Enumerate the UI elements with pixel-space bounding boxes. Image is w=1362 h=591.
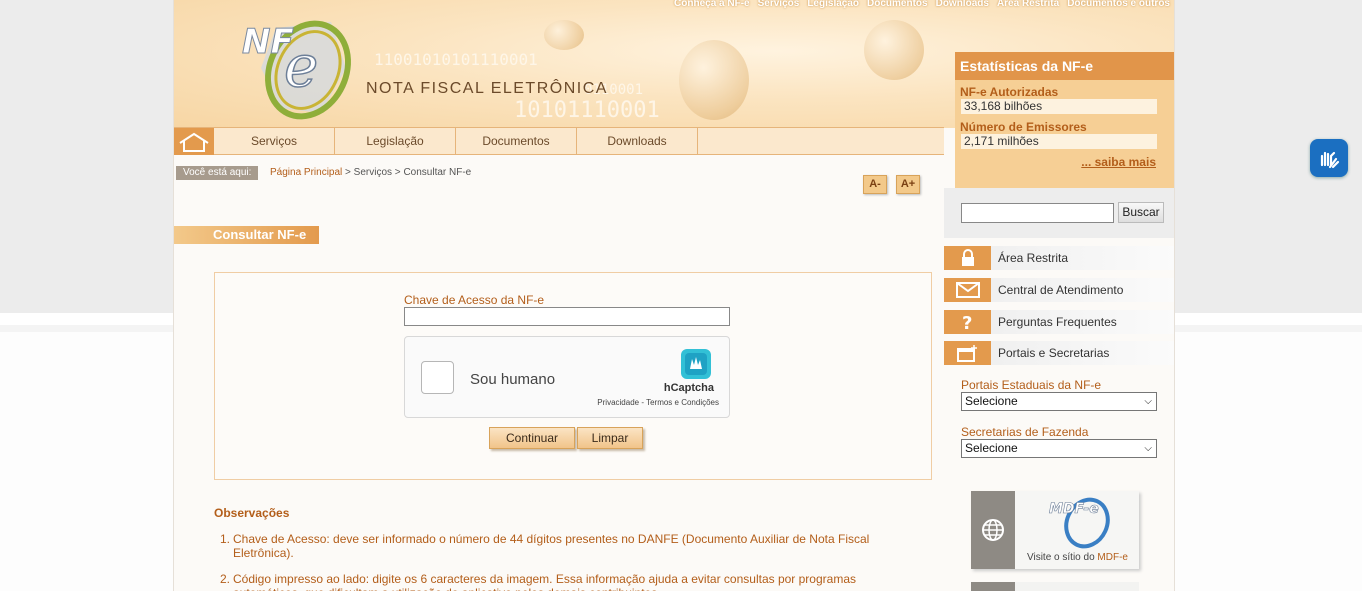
main-nav: Serviços Legislação Documentos Downloads: [174, 127, 944, 155]
captcha-checkbox[interactable]: [421, 361, 454, 394]
top-nav-link[interactable]: Área Restrita: [997, 0, 1059, 9]
chevron-down-icon: ⌵: [1144, 396, 1152, 407]
clear-button[interactable]: Limpar: [577, 427, 643, 449]
top-nav: Conheça a NF-e Serviços Legislação Docum…: [674, 0, 1170, 9]
page-container: 11001010101110001 10101110001 0110001 Co…: [173, 0, 1175, 591]
font-increase-button[interactable]: A+: [896, 175, 920, 194]
nav-item-downloads[interactable]: Downloads: [577, 128, 698, 154]
query-form: Chave de Acesso da NF-e Sou humano hCapt…: [214, 272, 932, 480]
sidebar-link-perguntas-frequentes[interactable]: ? Perguntas Frequentes: [944, 310, 1174, 334]
search-input[interactable]: [961, 203, 1114, 223]
secretarias-label: Secretarias de Fazenda: [961, 425, 1089, 439]
breadcrumb-section[interactable]: Serviços: [354, 167, 392, 178]
envelope-icon: [944, 278, 991, 302]
next-banner-partial: [971, 582, 1139, 591]
breadcrumb: Página Principal > Serviços > Consultar …: [270, 167, 471, 178]
question-icon: ?: [944, 310, 991, 334]
accessibility-sign-language-button[interactable]: [1310, 139, 1348, 177]
sidebar-link-central-atendimento[interactable]: Central de Atendimento: [944, 278, 1174, 302]
access-key-label: Chave de Acesso da NF-e: [404, 293, 545, 307]
stats-more-link[interactable]: ... saiba mais: [955, 155, 1174, 169]
page-title: Consultar NF-e: [174, 226, 319, 244]
stats-panel: Estatísticas da NF-e NF-e Autorizadas 33…: [955, 52, 1174, 188]
mdfe-banner[interactable]: MDF-e Visite o sítio do MDF-e: [971, 491, 1139, 569]
portals-select[interactable]: Selecione ⌵: [961, 392, 1157, 411]
list-item: 1. Chave de Acesso: deve ser informado o…: [220, 532, 893, 560]
observations-list: 1. Chave de Acesso: deve ser informado o…: [220, 532, 893, 591]
sidebar-link-label: Portais e Secretarias: [998, 346, 1110, 360]
svg-text:e: e: [284, 32, 318, 100]
globe-icon: [971, 491, 1015, 569]
list-item-number: 1.: [220, 532, 231, 546]
hands-icon: [1320, 151, 1340, 169]
portals-select-value: Selecione: [965, 394, 1018, 408]
hcaptcha-widget: Sou humano hCaptcha Privacidade - Termos…: [404, 336, 730, 418]
top-nav-link[interactable]: Conheça a NF-e: [674, 0, 750, 9]
breadcrumb-tag: Você está aqui:: [176, 166, 259, 180]
sidebar-link-area-restrita[interactable]: Área Restrita: [944, 246, 1174, 270]
mdfe-visit-label: Visite o sítio do: [1027, 552, 1098, 563]
sidebar-link-label: Central de Atendimento: [998, 283, 1124, 297]
portals-label: Portais Estaduais da NF-e: [961, 378, 1102, 392]
nav-item-legislacao[interactable]: Legislação: [335, 128, 456, 154]
mdfe-link[interactable]: MDF-e: [1097, 552, 1128, 563]
stats-authorized-value: 33,168 bilhões: [961, 99, 1157, 114]
breadcrumb-separator: >: [342, 167, 354, 178]
captcha-terms-link[interactable]: Termos e Condições: [646, 398, 719, 407]
decorative-sphere: [544, 20, 584, 50]
breadcrumb-home[interactable]: Página Principal: [270, 167, 342, 178]
binary-pattern: 10101110001: [514, 98, 660, 123]
access-key-input[interactable]: [404, 307, 730, 326]
stats-issuers-value: 2,171 milhões: [961, 134, 1157, 149]
secretarias-select-value: Selecione: [965, 441, 1018, 455]
top-nav-link[interactable]: Legislação: [807, 0, 859, 9]
list-item-text: Chave de Acesso: deve ser informado o nú…: [233, 532, 870, 560]
captcha-links: Privacidade - Termos e Condições: [597, 398, 719, 407]
font-decrease-button[interactable]: A-: [863, 175, 887, 194]
captcha-brand: hCaptcha: [663, 382, 714, 394]
observations-title: Observações: [214, 506, 290, 520]
mdfe-logo: MDF-e: [1049, 497, 1110, 549]
sidebar-link-portais-secretarias[interactable]: Portais e Secretarias: [944, 341, 1174, 365]
continue-button[interactable]: Continuar: [489, 427, 575, 449]
list-item-number: 2.: [220, 572, 231, 586]
home-icon: [179, 132, 209, 152]
mdfe-visit-text: Visite o sítio do MDF-e: [1027, 552, 1128, 563]
site-title: NOTA FISCAL ELETRÔNICA: [366, 80, 608, 97]
search-area: Buscar: [944, 188, 1174, 238]
svg-text:?: ?: [962, 313, 972, 332]
breadcrumb-separator: >: [392, 167, 404, 178]
nfe-logo[interactable]: NF e: [236, 8, 356, 124]
binary-pattern: 11001010101110001: [374, 50, 538, 69]
list-item-text: Código impresso ao lado: digite os 6 car…: [233, 572, 856, 591]
nav-item-documentos[interactable]: Documentos: [456, 128, 577, 154]
breadcrumb-current: Consultar NF-e: [403, 167, 472, 178]
secretarias-select[interactable]: Selecione ⌵: [961, 439, 1157, 458]
chevron-down-icon: ⌵: [1144, 443, 1152, 454]
decorative-sphere: [864, 20, 924, 80]
top-nav-link[interactable]: Documentos: [867, 0, 928, 9]
top-nav-link[interactable]: Downloads: [936, 0, 989, 9]
decorative-sphere: [679, 40, 749, 120]
list-item: 2. Código impresso ao lado: digite os 6 …: [220, 572, 893, 591]
captcha-label: Sou humano: [470, 371, 556, 388]
stats-title: Estatísticas da NF-e: [955, 52, 1174, 80]
stats-authorized-label: NF-e Autorizadas: [960, 85, 1059, 99]
lock-icon: [944, 246, 991, 270]
mdfe-logo-text: MDF-e: [1049, 501, 1099, 517]
stats-issuers-label: Número de Emissores: [960, 120, 1087, 134]
sidebar-link-label: Perguntas Frequentes: [998, 315, 1117, 329]
captcha-privacy-link[interactable]: Privacidade: [597, 398, 639, 407]
home-button[interactable]: [174, 128, 214, 155]
window-plus-icon: [944, 341, 991, 365]
search-button[interactable]: Buscar: [1118, 202, 1164, 223]
sidebar-link-label: Área Restrita: [998, 251, 1069, 265]
top-nav-link[interactable]: Serviços: [758, 0, 800, 9]
top-nav-link[interactable]: Documentos e outros: [1067, 0, 1170, 9]
hcaptcha-logo-icon: [681, 349, 711, 379]
nav-item-servicos[interactable]: Serviços: [214, 128, 335, 154]
